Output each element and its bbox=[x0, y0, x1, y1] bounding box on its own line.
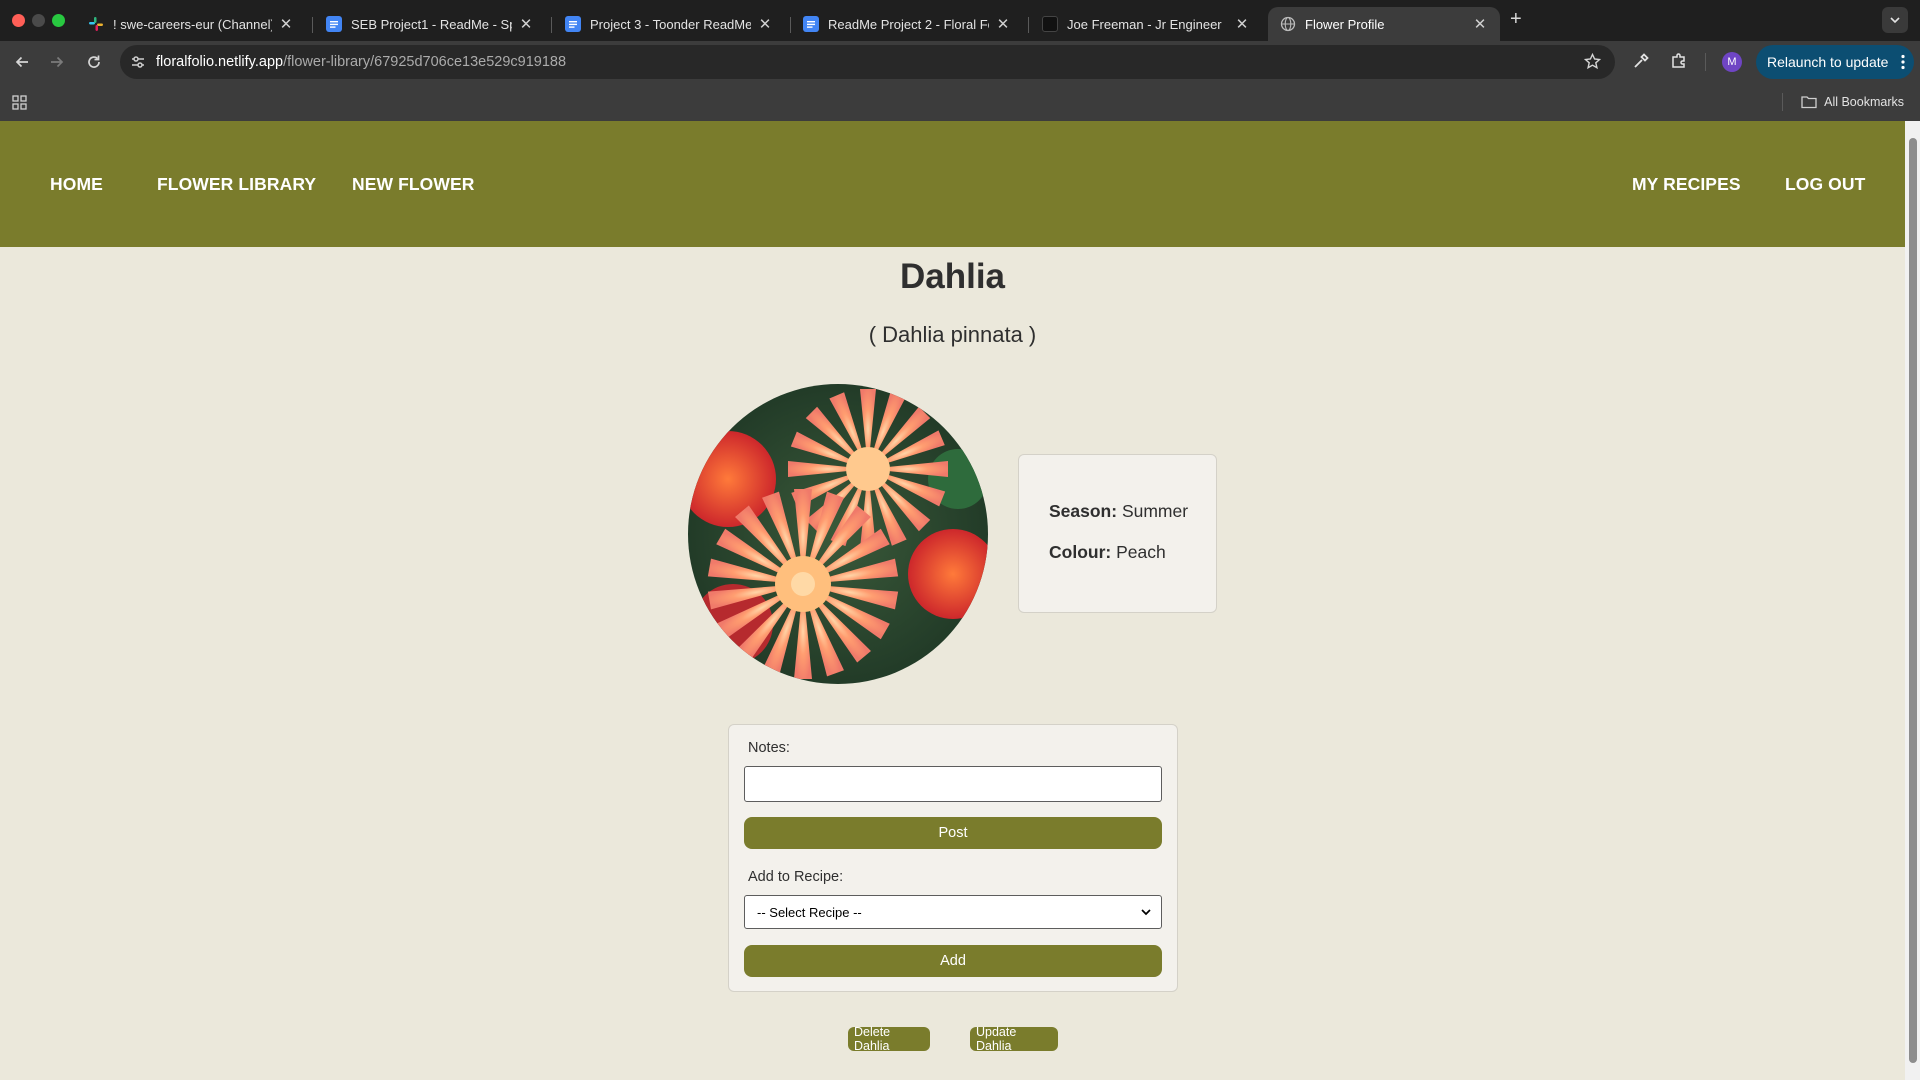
delete-flower-button[interactable]: Delete Dahlia bbox=[848, 1025, 930, 1053]
season-value: Summer bbox=[1121, 501, 1189, 521]
tab-title: Joe Freeman - Jr Engineer bbox=[1067, 16, 1222, 32]
bookmark-star-icon[interactable] bbox=[1583, 52, 1602, 75]
browser-tab[interactable]: Joe Freeman - Jr Engineer ✕ bbox=[1030, 7, 1262, 41]
browser-tab-strip: ! swe-careers-eur (Channel) ✕ SEB Projec… bbox=[0, 0, 1920, 41]
close-tab-icon[interactable]: ✕ bbox=[1234, 15, 1250, 33]
url-path: /flower-library/67925d706ce13e529c919188 bbox=[283, 54, 567, 70]
browser-tab[interactable]: SEB Project1 - ReadMe - Spa ✕ bbox=[314, 7, 546, 41]
tab-search-button[interactable] bbox=[1882, 7, 1908, 33]
more-options-icon bbox=[1901, 54, 1905, 73]
forward-button[interactable] bbox=[43, 48, 71, 76]
all-bookmarks-button[interactable]: All Bookmarks bbox=[1801, 82, 1904, 121]
nav-new-flower-link[interactable]: NEW FLOWER bbox=[352, 121, 475, 247]
add-to-recipe-label: Add to Recipe: bbox=[748, 869, 844, 885]
add-button[interactable]: Add bbox=[744, 945, 1162, 977]
nav-logout-link[interactable]: LOG OUT bbox=[1785, 121, 1865, 247]
relaunch-label: Relaunch to update bbox=[1767, 54, 1889, 70]
scrollbar-thumb[interactable] bbox=[1909, 138, 1917, 1063]
url-text: floralfolio.netlify.app/flower-library/6… bbox=[156, 45, 566, 79]
page-viewport: HOME FLOWER LIBRARY NEW FLOWER MY RECIPE… bbox=[0, 121, 1905, 1080]
toolbar-divider bbox=[1705, 53, 1706, 71]
url-host: floralfolio.netlify.app bbox=[156, 54, 284, 70]
profile-avatar[interactable]: M bbox=[1722, 52, 1742, 72]
browser-tab[interactable]: ! swe-careers-eur (Channel) ✕ bbox=[76, 7, 306, 41]
flower-scientific-name: ( Dahlia pinnata ) bbox=[868, 322, 1037, 347]
browser-tab[interactable]: ReadMe Project 2 - Floral Fol ✕ bbox=[791, 7, 1023, 41]
tab-separator bbox=[551, 17, 552, 33]
new-tab-button[interactable]: + bbox=[1510, 8, 1522, 31]
recipe-select[interactable]: -- Select Recipe -- bbox=[744, 895, 1162, 929]
close-tab-icon[interactable]: ✕ bbox=[1472, 15, 1488, 33]
chevron-down-icon bbox=[1141, 909, 1151, 916]
globe-icon bbox=[1280, 16, 1296, 32]
tab-title: Project 3 - Toonder ReadMe bbox=[590, 16, 751, 32]
nav-my-recipes-link[interactable]: MY RECIPES bbox=[1632, 121, 1741, 247]
recipe-select-value: -- Select Recipe -- bbox=[757, 904, 862, 920]
folder-icon bbox=[1801, 95, 1817, 108]
colour-label: Colour: bbox=[1049, 542, 1112, 562]
close-tab-icon[interactable]: ✕ bbox=[757, 15, 773, 33]
bookmarks-bar: All Bookmarks bbox=[0, 82, 1920, 121]
slack-icon bbox=[88, 16, 104, 32]
docs-icon bbox=[565, 16, 581, 32]
tab-title: ReadMe Project 2 - Floral Fol bbox=[828, 16, 989, 32]
reload-button[interactable] bbox=[80, 48, 108, 76]
browser-tab-active[interactable]: Flower Profile ✕ bbox=[1268, 7, 1500, 41]
tab-separator bbox=[1028, 17, 1029, 33]
browser-tab[interactable]: Project 3 - Toonder ReadMe ✕ bbox=[553, 7, 785, 41]
flower-title: Dahlia bbox=[899, 257, 1006, 296]
docs-icon bbox=[803, 16, 819, 32]
back-button[interactable] bbox=[8, 48, 36, 76]
nav-flower-library-link[interactable]: FLOWER LIBRARY bbox=[157, 121, 316, 247]
fullscreen-window-button[interactable] bbox=[52, 14, 65, 27]
nav-home-link[interactable]: HOME bbox=[50, 121, 103, 247]
notes-recipe-form: Notes: Post Add to Recipe: -- Select Rec… bbox=[728, 724, 1178, 992]
site-settings-icon[interactable] bbox=[130, 54, 146, 75]
all-bookmarks-label: All Bookmarks bbox=[1824, 94, 1904, 109]
tab-title: SEB Project1 - ReadMe - Spa bbox=[351, 16, 512, 32]
flower-image bbox=[688, 384, 988, 684]
colour-row: Colour: Peach bbox=[1049, 542, 1166, 563]
colour-value: Peach bbox=[1116, 542, 1166, 562]
apps-grid-icon[interactable] bbox=[12, 95, 27, 115]
browser-toolbar: floralfolio.netlify.app/flower-library/6… bbox=[0, 41, 1920, 82]
reload-icon bbox=[88, 55, 100, 68]
back-arrow-icon bbox=[15, 56, 28, 68]
tab-title: ! swe-careers-eur (Channel) bbox=[113, 16, 272, 32]
address-bar[interactable]: floralfolio.netlify.app/flower-library/6… bbox=[120, 45, 1615, 79]
notes-input[interactable] bbox=[744, 766, 1162, 802]
season-row: Season: Summer bbox=[1049, 501, 1188, 522]
bookmarks-divider bbox=[1782, 93, 1783, 111]
flower-info-card: Season: Summer Colour: Peach bbox=[1018, 454, 1217, 613]
update-flower-button[interactable]: Update Dahlia bbox=[970, 1025, 1058, 1053]
site-icon bbox=[1042, 16, 1058, 32]
tab-separator bbox=[312, 17, 313, 33]
close-tab-icon[interactable]: ✕ bbox=[278, 15, 294, 33]
tab-title: Flower Profile bbox=[1305, 16, 1385, 32]
season-label: Season: bbox=[1049, 501, 1118, 521]
eyedropper-extension-icon[interactable] bbox=[1632, 52, 1650, 75]
close-tab-icon[interactable]: ✕ bbox=[518, 15, 534, 33]
minimize-window-button[interactable] bbox=[32, 14, 45, 27]
forward-arrow-icon bbox=[51, 56, 64, 68]
notes-label: Notes: bbox=[748, 740, 790, 756]
chevron-down-icon bbox=[1890, 17, 1900, 24]
docs-icon bbox=[326, 16, 342, 32]
relaunch-to-update-button[interactable]: Relaunch to update bbox=[1756, 45, 1914, 79]
site-navbar: HOME FLOWER LIBRARY NEW FLOWER MY RECIPE… bbox=[0, 121, 1905, 247]
extensions-puzzle-icon[interactable] bbox=[1670, 52, 1688, 75]
post-button[interactable]: Post bbox=[744, 817, 1162, 849]
page-scrollbar[interactable] bbox=[1905, 121, 1920, 1080]
close-tab-icon[interactable]: ✕ bbox=[995, 15, 1011, 33]
close-window-button[interactable] bbox=[12, 14, 25, 27]
